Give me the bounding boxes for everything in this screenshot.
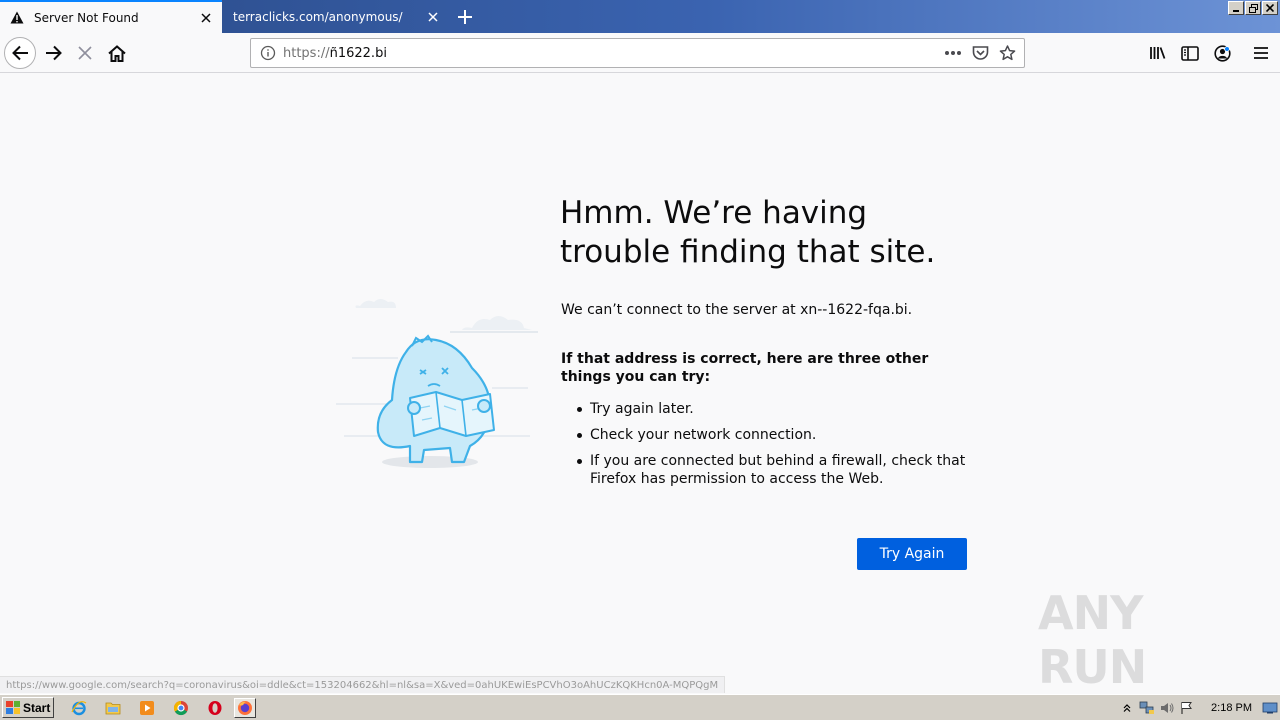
tab-title: Server Not Found <box>34 10 139 25</box>
sidebar-button[interactable] <box>1175 37 1205 69</box>
start-button[interactable]: Start <box>2 697 54 718</box>
account-button[interactable] <box>1207 37 1237 69</box>
window-controls <box>1228 1 1278 15</box>
close-window-button[interactable] <box>1262 1 1278 15</box>
page-actions-icon[interactable] <box>944 50 962 56</box>
error-title: Hmm. We’re having trouble finding that s… <box>560 195 936 270</box>
info-icon[interactable] <box>260 45 276 61</box>
library-icon <box>1150 47 1166 59</box>
system-tray: 2:18 PM <box>1117 697 1280 719</box>
start-label: Start <box>23 700 51 715</box>
taskbar-clock: 2:18 PM <box>1211 702 1252 714</box>
suggestion-list: Try again later. Check your network conn… <box>574 400 974 496</box>
windows-logo-icon <box>6 701 20 714</box>
media-player-icon[interactable] <box>136 698 158 718</box>
opera-icon[interactable] <box>204 698 226 718</box>
back-button[interactable] <box>4 37 36 69</box>
list-item: If you are connected but behind a firewa… <box>574 452 974 488</box>
stop-icon <box>78 46 92 60</box>
list-item: Check your network connection. <box>574 426 974 444</box>
tab-server-not-found[interactable]: Server Not Found <box>0 0 222 33</box>
warning-icon <box>10 11 24 25</box>
watermark-text: ANY RUN <box>1038 586 1147 694</box>
explorer-icon[interactable] <box>102 698 124 718</box>
restore-button[interactable] <box>1245 1 1261 15</box>
show-desktop-icon[interactable] <box>1260 699 1280 717</box>
arrow-right-icon <box>46 45 62 61</box>
url-protocol: https:// <box>283 45 330 61</box>
try-again-button[interactable]: Try Again <box>857 538 967 570</box>
dinosaur-illustration <box>336 299 538 468</box>
status-link-preview: https://www.google.com/search?q=coronavi… <box>0 676 726 693</box>
arrow-left-icon <box>12 45 28 61</box>
action-center-flag-icon[interactable] <box>1177 699 1197 717</box>
url-bar[interactable]: https://ñ1622.bi <box>250 38 1025 68</box>
volume-icon[interactable] <box>1157 699 1177 717</box>
firefox-icon[interactable] <box>234 698 256 718</box>
pocket-icon[interactable] <box>972 45 989 61</box>
network-icon[interactable] <box>1137 699 1157 717</box>
show-hidden-icons-icon[interactable] <box>1117 699 1137 717</box>
stop-button[interactable] <box>69 37 101 69</box>
close-tab-icon[interactable] <box>198 10 214 26</box>
url-host: ñ1622.bi <box>329 45 387 61</box>
error-suggestions-heading: If that address is correct, here are thr… <box>561 351 929 385</box>
library-button[interactable] <box>1143 37 1173 69</box>
menu-button[interactable] <box>1246 37 1276 69</box>
ie-icon[interactable] <box>68 698 90 718</box>
forward-button[interactable] <box>38 37 70 69</box>
chrome-icon[interactable] <box>170 698 192 718</box>
tab-terraclicks[interactable]: terraclicks.com/anonymous/ <box>223 0 449 33</box>
close-tab-icon[interactable] <box>425 9 441 25</box>
tab-title: terraclicks.com/anonymous/ <box>233 9 403 24</box>
hamburger-menu-icon <box>1254 47 1268 59</box>
new-tab-button[interactable] <box>452 4 478 30</box>
sidebar-icon <box>1181 45 1199 61</box>
home-icon <box>108 44 126 62</box>
bookmark-star-icon[interactable] <box>999 45 1016 61</box>
minimize-button[interactable] <box>1228 1 1244 15</box>
plus-icon <box>458 10 472 24</box>
anyrun-watermark: ANY RUN <box>1038 586 1238 694</box>
error-description: We can’t connect to the server at xn--16… <box>561 302 913 318</box>
windows-taskbar: Start 2:18 PM <box>0 694 1280 720</box>
account-icon <box>1213 44 1231 62</box>
tab-strip: Server Not Found terraclicks.com/anonymo… <box>0 0 1280 33</box>
url-text[interactable]: https://ñ1622.bi <box>283 46 944 61</box>
list-item: Try again later. <box>574 400 974 418</box>
navigation-toolbar: https://ñ1622.bi <box>0 33 1280 73</box>
home-button[interactable] <box>101 37 133 69</box>
